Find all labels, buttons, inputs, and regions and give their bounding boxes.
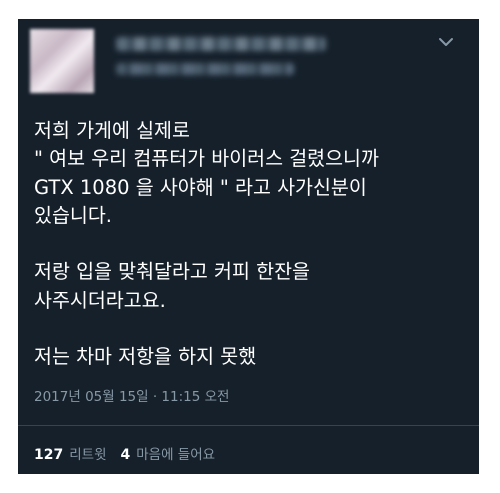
tweet-card: 저희 가게에 실제로 " 여보 우리 컴퓨터가 바이러스 걸렸으니까 GTX 1… [18,19,479,474]
tweet-stats: 127 리트윗 4 마음에 들어요 [34,443,229,463]
author-name-redacted[interactable] [116,37,326,51]
avatar[interactable] [30,29,94,93]
retweets-label[interactable]: 리트윗 [69,443,106,463]
tweet-text: 저희 가게에 실제로 " 여보 우리 컴퓨터가 바이러스 걸렸으니까 GTX 1… [34,119,379,369]
likes-count[interactable]: 4 [121,447,131,463]
likes-label[interactable]: 마음에 들어요 [136,443,215,463]
retweets-count[interactable]: 127 [34,447,63,463]
divider [18,425,479,426]
chevron-down-icon[interactable] [436,35,456,49]
author-handle-redacted[interactable] [116,63,294,75]
tweet-timestamp[interactable]: 2017년 05월 15일 · 11:15 오전 [34,385,229,405]
